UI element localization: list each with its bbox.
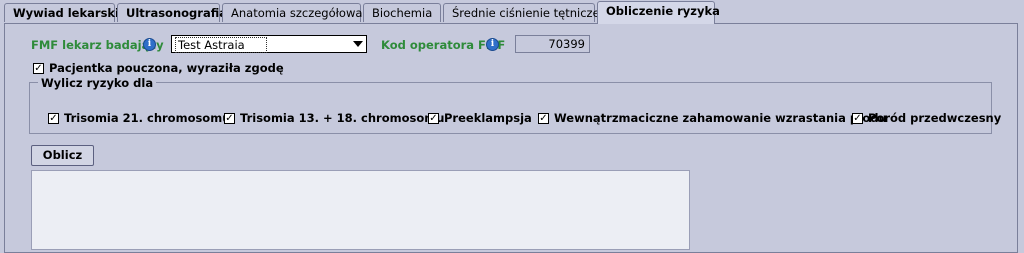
tab-ultrasonografia[interactable]: Ultrasonografia [117, 3, 227, 22]
consent-label: Pacjentka pouczona, wyraziła zgodę [49, 61, 284, 75]
preeclampsia-checkbox[interactable]: ✓ [428, 113, 439, 124]
preterm-birth-label: Poród przedwczesny [868, 111, 1002, 125]
tab-srednie-cisnienie[interactable]: Średnie ciśnienie tętnicze [443, 3, 600, 22]
trisomy21-label: Trisomia 21. chromosomu [64, 111, 231, 125]
calculate-button[interactable]: Oblicz [31, 145, 94, 166]
consent-checkbox[interactable]: ✓ [33, 63, 44, 74]
result-area[interactable] [31, 170, 690, 250]
risk-group-box [29, 82, 992, 134]
tab-wywiad-lekarski[interactable]: Wywiad lekarski [4, 3, 119, 22]
doctor-select-value: Test Astraia [175, 37, 267, 53]
preterm-birth-checkbox[interactable]: ✓ [852, 113, 863, 124]
fgr-checkbox[interactable]: ✓ [538, 113, 549, 124]
trisomy13-18-checkbox[interactable]: ✓ [224, 113, 235, 124]
preeclampsia-label: Preeklampsja [444, 111, 532, 125]
doctor-select[interactable]: Test Astraia [171, 35, 367, 53]
tab-bar: Wywiad lekarski Ultrasonografia Anatomia… [0, 0, 1024, 24]
info-icon[interactable]: i [486, 38, 499, 51]
info-icon[interactable]: i [143, 38, 156, 51]
operator-code-field[interactable]: 70399 [515, 35, 590, 53]
tab-biochemia[interactable]: Biochemia [363, 3, 441, 22]
trisomy13-18-label: Trisomia 13. + 18. chromosomu [240, 111, 445, 125]
fgr-label: Wewnątrzmaciczne zahamowanie wzrastania … [554, 111, 887, 125]
risk-group-legend: Wylicz ryzyko dla [38, 76, 157, 90]
trisomy21-checkbox[interactable]: ✓ [48, 113, 59, 124]
chevron-down-icon[interactable] [353, 41, 363, 47]
tab-anatomia-szczegolowa[interactable]: Anatomia szczegółowa [222, 3, 362, 22]
tab-obliczenie-ryzyka[interactable]: Obliczenie ryzyka [597, 1, 720, 24]
